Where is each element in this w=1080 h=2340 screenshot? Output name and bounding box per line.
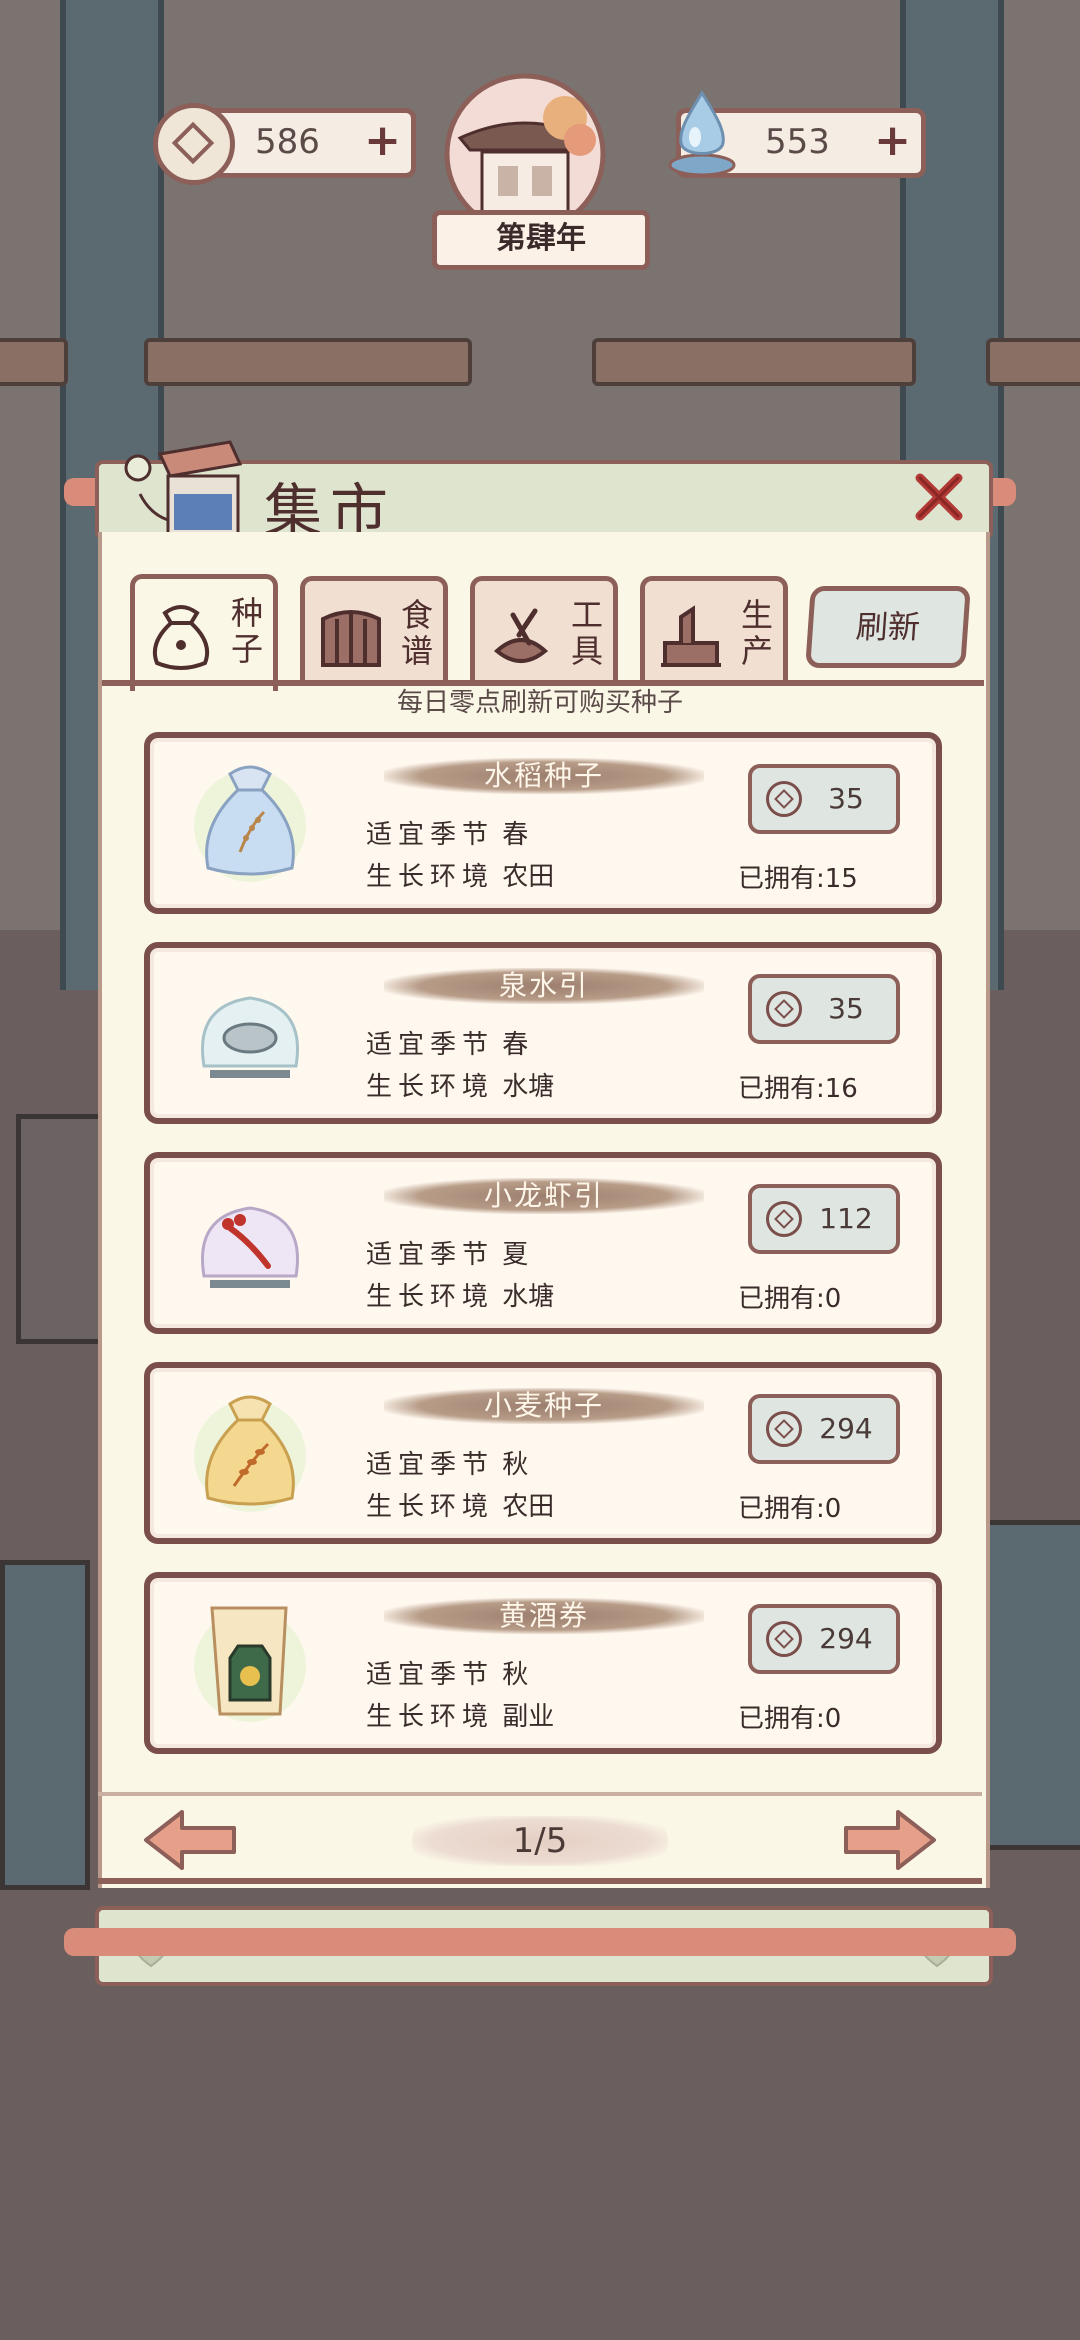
tab-tools-label: 工具 [571,596,604,670]
item-season-row: 适宜季节 秋 [366,1450,529,1480]
crayfish-bowl-icon [201,1206,299,1288]
recipe-book-icon [321,610,381,667]
item-env-row: 生长环境 水塘 [366,1282,555,1312]
item-name: 泉水引 [498,969,589,1002]
panel-bottom-border [98,1878,982,1884]
beam-left [144,338,472,386]
copper-coin-icon [766,781,802,817]
item-owned: 已拥有:0 [738,1494,842,1524]
wine-ticket-icon [194,1606,306,1722]
homestead-emblem-icon[interactable] [430,68,620,228]
background-bed-left [0,1560,90,1890]
buy-price-button[interactable]: 112 [748,1184,900,1254]
copper-coin-icon [766,1621,802,1657]
background-shelf [16,1114,104,1344]
tab-seeds[interactable]: 种子 [130,574,278,691]
coin-counter: 586 + [153,103,416,185]
item-owned: 已拥有:15 [738,864,858,894]
item-price: 112 [819,1202,873,1235]
item-season-row: 适宜季节 夏 [366,1240,529,1270]
beam-right [592,338,916,386]
item-owned: 已拥有:0 [738,1284,842,1314]
tab-production[interactable]: 生产 [640,576,788,685]
spirit-value: 553 [765,122,830,162]
page-indicator: 1/5 [412,1816,668,1866]
buy-price-button[interactable]: 35 [748,974,900,1044]
rice-seed-bag-icon [194,765,306,882]
close-icon[interactable] [912,470,966,524]
wheat-seed-bag-icon [194,1395,306,1512]
item-owned: 已拥有:0 [738,1704,842,1734]
item-env-row: 生长环境 农田 [366,1492,555,1522]
item-season-row: 适宜季节 秋 [366,1660,529,1690]
item-price: 294 [819,1622,873,1655]
copper-coin-icon [766,991,802,1027]
item-season-row: 适宜季节 春 [366,820,529,850]
item-env-row: 生长环境 水塘 [366,1072,555,1102]
year-label: 第肆年 [432,210,650,270]
beam-right-edge [986,338,1080,386]
refresh-button[interactable]: 刷新 [805,586,971,668]
refresh-hint: 每日零点刷新可购买种子 [396,688,683,718]
tab-recipes[interactable]: 食谱 [300,576,448,685]
scroll-rod-bottom [64,1928,1016,1956]
background-bed-right [984,1520,1080,1850]
item-name: 水稻种子 [483,759,604,792]
item-owned: 已拥有:16 [738,1074,858,1104]
add-coins-button[interactable]: + [364,117,401,165]
tab-tools[interactable]: 工具 [470,576,618,685]
item-name: 黄酒券 [498,1599,589,1632]
market-stall-icon [124,440,243,536]
tab-seeds-label: 种子 [231,594,264,668]
beam-left-edge [0,338,68,386]
item-env-row: 生长环境 副业 [366,1702,555,1732]
item-price: 35 [828,782,864,815]
item-env-row: 生长环境 农田 [366,862,555,892]
pager-divider [98,1792,982,1796]
copper-coin-icon [153,103,235,185]
item-price: 35 [828,992,864,1025]
water-bowl-icon [201,996,299,1078]
tools-icon [493,608,549,663]
copper-coin-icon [766,1201,802,1237]
copper-coin-icon [766,1411,802,1447]
next-page-arrow-icon[interactable] [842,1808,938,1872]
buy-price-button[interactable]: 35 [748,764,900,834]
add-spirit-button[interactable]: + [874,117,911,165]
item-card[interactable]: 水稻种子 适宜季节 春 生长环境 农田 35 已拥有:15 [144,732,942,914]
item-name: 小麦种子 [483,1389,604,1422]
item-name: 小龙虾引 [483,1179,604,1212]
spirit-counter: 553 + [668,90,926,178]
seed-bag-icon [152,605,210,670]
water-drop-icon [668,90,736,177]
item-price: 294 [819,1412,873,1445]
tab-production-label: 生产 [741,596,774,670]
buy-price-button[interactable]: 294 [748,1394,900,1464]
production-icon [661,605,721,667]
tab-recipes-label: 食谱 [401,596,434,670]
prev-page-arrow-icon[interactable] [142,1808,238,1872]
buy-price-button[interactable]: 294 [748,1604,900,1674]
item-card[interactable]: 小龙虾引 适宜季节 夏 生长环境 水塘 112 已拥有:0 [144,1152,942,1334]
item-card[interactable]: 黄酒券 适宜季节 秋 生长环境 副业 294 已拥有:0 [144,1572,942,1754]
item-season-row: 适宜季节 春 [366,1030,529,1060]
coin-value: 586 [255,122,320,162]
item-card[interactable]: 小麦种子 适宜季节 秋 生长环境 农田 294 已拥有:0 [144,1362,942,1544]
item-card[interactable]: 泉水引 适宜季节 春 生长环境 水塘 35 已拥有:16 [144,942,942,1124]
